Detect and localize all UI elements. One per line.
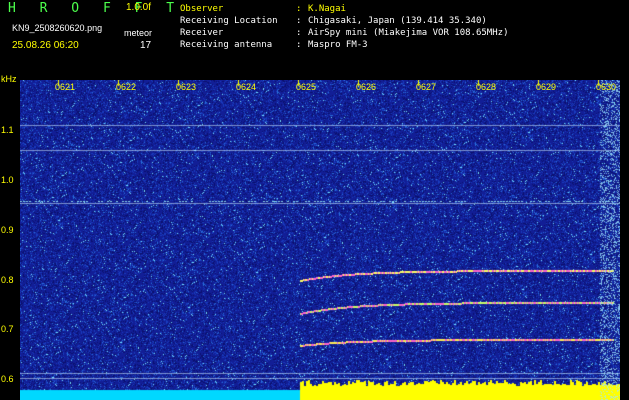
receiver-value: AirSpy mini (Miakejima VOR 108.65MHz)	[308, 28, 509, 38]
y-tick: 0.9	[1, 225, 14, 235]
x-tick: 0624	[236, 82, 257, 92]
datetime-label: 25.08.26 06:20	[12, 40, 79, 51]
receiver-label: Receiver	[180, 28, 224, 38]
app-title: H R O F F T	[8, 1, 183, 16]
location-sep: :	[296, 16, 302, 26]
x-tick: 0626	[356, 82, 377, 92]
antenna-label: Receiving antenna	[180, 40, 273, 50]
antenna-value: Maspro FM-3	[308, 40, 368, 50]
x-tick: 0628	[476, 82, 497, 92]
x-tick: 0622	[116, 82, 137, 92]
observer-value: K.Nagai	[308, 4, 346, 14]
observer-label: Observer	[180, 4, 224, 14]
y-tick: 0.8	[1, 275, 14, 285]
receiver-sep: :	[296, 28, 302, 38]
y-unit-label: kHz	[1, 74, 17, 84]
y-tick: 1.1	[1, 125, 14, 135]
location-value: Chigasaki, Japan (139.414 35.340)	[308, 16, 487, 26]
x-tick: 0623	[176, 82, 197, 92]
mode-label: meteor	[124, 28, 153, 38]
spectrogram-canvas	[20, 80, 620, 400]
version-label: 1.0.0f	[126, 2, 152, 13]
location-label: Receiving Location	[180, 16, 278, 26]
x-tick: 0621	[55, 82, 76, 92]
x-tick: 0629	[536, 82, 557, 92]
x-tick: 0630	[596, 82, 617, 92]
antenna-sep: :	[296, 40, 302, 50]
x-tick: 0625	[296, 82, 317, 92]
observer-sep: :	[296, 4, 302, 14]
count-label: 17	[140, 40, 152, 51]
x-tick: 0627	[416, 82, 437, 92]
header-panel: H R O F F T 1.0.0f KN9_2508260620.png me…	[0, 0, 629, 76]
y-tick: 1.0	[1, 175, 14, 185]
y-tick: 0.7	[1, 324, 14, 334]
y-tick: 0.6	[1, 374, 14, 384]
filename-label: KN9_2508260620.png	[12, 23, 103, 33]
